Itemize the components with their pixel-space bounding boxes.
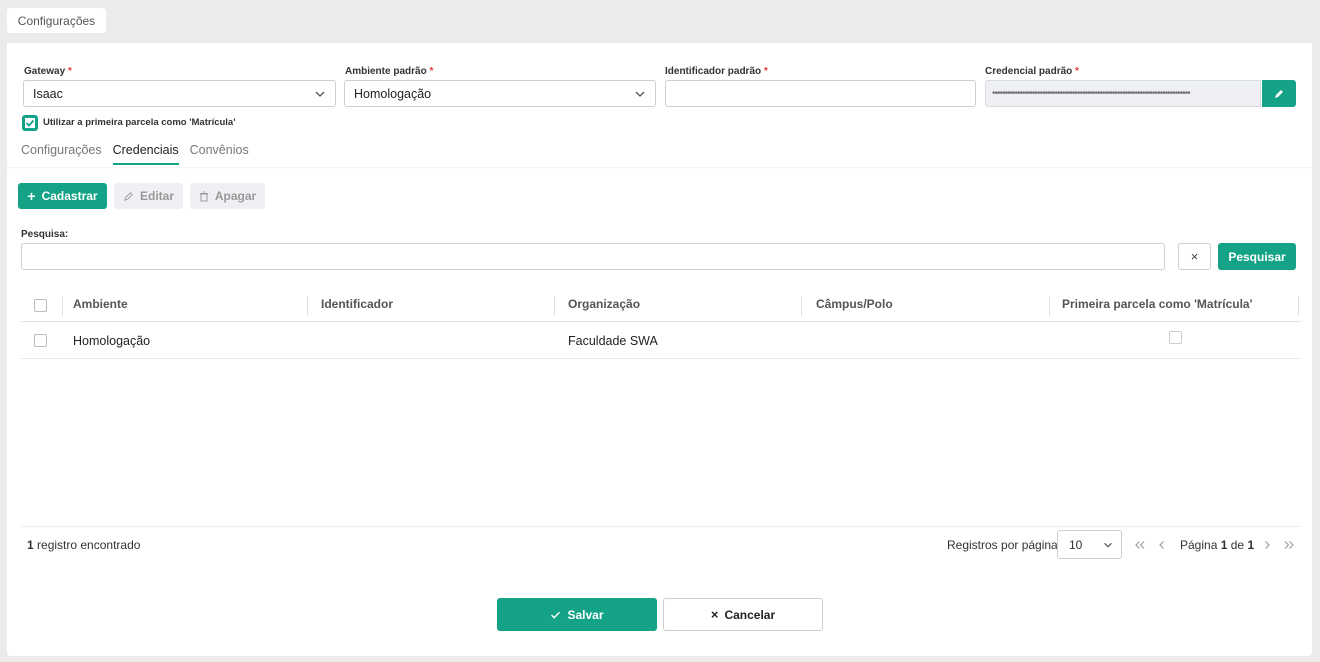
- ambiente-label: Ambiente padrão *: [345, 66, 434, 77]
- clear-search-button[interactable]: ×: [1178, 243, 1211, 270]
- main-panel: Gateway * Isaac Ambiente padrão * Homolo…: [7, 43, 1312, 656]
- delete-button-label: Apagar: [214, 189, 257, 203]
- cancel-button[interactable]: × Cancelar: [663, 598, 823, 631]
- search-input[interactable]: [21, 243, 1165, 270]
- column-divider: [1298, 296, 1299, 316]
- per-page-value: 10: [1069, 537, 1083, 552]
- check-icon: [551, 611, 561, 619]
- edit-button[interactable]: Editar: [114, 183, 183, 209]
- next-page-icon[interactable]: [1263, 540, 1271, 550]
- required-mark: *: [1075, 66, 1079, 77]
- column-divider: [801, 296, 802, 316]
- close-icon: ×: [710, 607, 719, 622]
- cell-ambiente: Homologação: [73, 334, 151, 348]
- gateway-value: Isaac: [33, 86, 63, 101]
- tabs-bar: Configurações Credenciais Convênios: [21, 143, 249, 165]
- credencial-label: Credencial padrão *: [985, 66, 1079, 77]
- credencial-input[interactable]: ••••••••••••••••••••••••••••••••••••••••…: [985, 80, 1261, 107]
- save-button[interactable]: Salvar: [497, 598, 657, 631]
- check-icon: [25, 119, 35, 127]
- column-divider: [307, 296, 308, 316]
- tab-credenciais[interactable]: Credenciais: [112, 143, 179, 165]
- chevron-down-icon: [1104, 542, 1112, 548]
- identificador-label: Identificador padrão *: [665, 66, 768, 77]
- column-header-primeira-parcela[interactable]: Primeira parcela como 'Matrícula': [1062, 297, 1252, 311]
- prev-page-icon[interactable]: [1158, 540, 1166, 550]
- add-button[interactable]: + Cadastrar: [18, 183, 107, 209]
- add-button-label: Cadastrar: [41, 189, 98, 203]
- per-page-label: Registros por página:: [947, 538, 1062, 552]
- column-divider: [62, 296, 63, 316]
- cell-primeira-parcela-checkbox: [1169, 331, 1182, 344]
- edit-credencial-button[interactable]: [1262, 80, 1296, 107]
- table-row[interactable]: Homologação Faculdade SWA: [21, 323, 1301, 359]
- primeira-parcela-checkbox[interactable]: [22, 115, 38, 131]
- plus-icon: +: [27, 188, 36, 204]
- column-divider: [554, 296, 555, 316]
- chevron-down-icon: [315, 91, 325, 97]
- record-count: 1 registro encontrado: [27, 538, 141, 552]
- cancel-button-label: Cancelar: [724, 607, 776, 622]
- select-all-checkbox[interactable]: [34, 299, 47, 312]
- cell-organizacao: Faculdade SWA: [568, 334, 658, 348]
- pencil-icon: [1275, 89, 1283, 98]
- search-label: Pesquisa:: [21, 229, 69, 240]
- first-page-icon[interactable]: [1134, 540, 1146, 550]
- ambiente-value: Homologação: [354, 86, 432, 101]
- identificador-input[interactable]: [665, 80, 976, 107]
- page-indicator: Página 1 de 1: [1180, 538, 1255, 552]
- tab-convenios[interactable]: Convênios: [190, 143, 249, 165]
- delete-button[interactable]: Apagar: [190, 183, 265, 209]
- required-mark: *: [763, 66, 768, 77]
- credencial-value: ••••••••••••••••••••••••••••••••••••••••…: [992, 88, 1191, 99]
- last-page-icon[interactable]: [1283, 540, 1295, 550]
- footer-divider: [21, 526, 1301, 527]
- per-page-select[interactable]: 10: [1057, 530, 1122, 559]
- gateway-select[interactable]: Isaac: [23, 80, 336, 107]
- column-header-campus[interactable]: Câmpus/Polo: [816, 297, 893, 311]
- gateway-label: Gateway *: [24, 66, 72, 77]
- table-header: Ambiente Identificador Organização Câmpu…: [21, 288, 1301, 322]
- edit-button-label: Editar: [139, 189, 174, 203]
- chevron-down-icon: [635, 91, 645, 97]
- row-checkbox[interactable]: [34, 334, 47, 347]
- tab-configuracoes[interactable]: Configurações: [21, 143, 102, 165]
- pencil-icon: [124, 191, 133, 201]
- search-button[interactable]: Pesquisar: [1218, 243, 1296, 270]
- tab-configuracoes-top[interactable]: Configurações: [7, 8, 106, 33]
- save-button-label: Salvar: [567, 607, 604, 622]
- column-header-organizacao[interactable]: Organização: [568, 297, 640, 311]
- section-divider: [7, 167, 1312, 169]
- search-button-label: Pesquisar: [1228, 249, 1286, 264]
- primeira-parcela-label: Utilizar a primeira parcela como 'Matríc…: [43, 117, 236, 128]
- close-icon: ×: [1190, 249, 1199, 264]
- required-mark: *: [67, 66, 72, 77]
- column-header-identificador[interactable]: Identificador: [321, 297, 393, 311]
- ambiente-select[interactable]: Homologação: [344, 80, 656, 107]
- column-divider: [1049, 296, 1050, 316]
- required-mark: *: [429, 66, 434, 77]
- trash-icon: [199, 191, 208, 201]
- column-header-ambiente[interactable]: Ambiente: [73, 297, 128, 311]
